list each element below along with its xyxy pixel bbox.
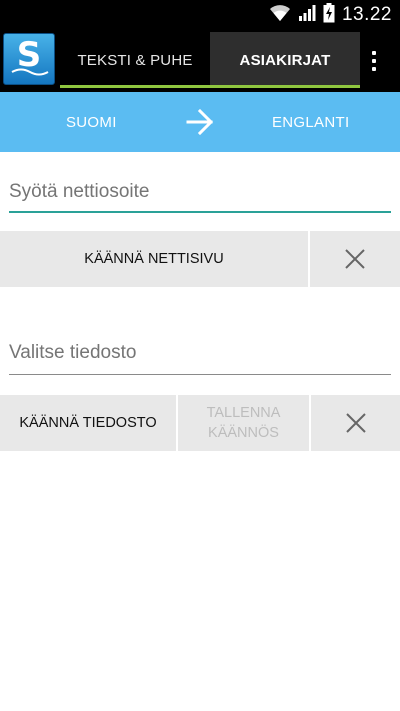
- translate-page-label: KÄÄNNÄ NETTISIVU: [84, 251, 224, 267]
- signal-icon: [298, 4, 316, 27]
- clear-file-button[interactable]: [311, 395, 400, 451]
- wave-icon: [11, 68, 49, 76]
- save-translation-button[interactable]: TALLENNA KÄÄNNÖS: [178, 395, 309, 451]
- status-bar: 13.22: [0, 0, 400, 30]
- url-button-row: KÄÄNNÄ NETTISIVU: [0, 231, 400, 287]
- battery-charging-icon: [323, 2, 335, 28]
- target-language-button[interactable]: ENGLANTI: [272, 92, 349, 152]
- action-bar: S TEKSTI & PUHE ASIAKIRJAT: [0, 30, 400, 92]
- file-input-underline: [9, 374, 391, 375]
- language-bar: SUOMI ENGLANTI: [0, 92, 400, 152]
- target-language-label: ENGLANTI: [272, 113, 350, 131]
- file-button-row: KÄÄNNÄ TIEDOSTO TALLENNA KÄÄNNÖS: [0, 395, 400, 451]
- wifi-icon: [269, 4, 291, 27]
- tabs-indicator: [60, 85, 360, 88]
- tab-teksti-puhe[interactable]: TEKSTI & PUHE: [60, 32, 210, 88]
- source-language-button[interactable]: SUOMI: [66, 92, 117, 152]
- status-icons: 13.22: [269, 2, 392, 28]
- close-icon: [345, 249, 365, 269]
- close-icon: [345, 413, 366, 433]
- tab-asiakirjat[interactable]: ASIAKIRJAT: [210, 32, 360, 88]
- source-language-label: SUOMI: [66, 113, 117, 131]
- translate-file-button[interactable]: KÄÄNNÄ TIEDOSTO: [0, 395, 176, 451]
- url-input-underline: [9, 211, 391, 213]
- arrow-right-icon[interactable]: [185, 108, 215, 141]
- status-time: 13.22: [341, 4, 392, 25]
- file-field: [9, 338, 391, 375]
- save-translation-label: TALLENNA KÄÄNNÖS: [206, 405, 281, 441]
- app-logo[interactable]: S: [3, 33, 55, 85]
- translate-file-label: KÄÄNNÄ TIEDOSTO: [19, 415, 157, 431]
- tab-label: ASIAKIRJAT: [239, 51, 331, 69]
- url-field: [9, 177, 391, 213]
- translate-page-button[interactable]: KÄÄNNÄ NETTISIVU: [0, 231, 308, 287]
- more-vert-icon[interactable]: [362, 46, 386, 76]
- clear-url-button[interactable]: [310, 231, 400, 287]
- url-input[interactable]: [9, 177, 391, 207]
- tab-label: TEKSTI & PUHE: [77, 51, 193, 69]
- file-input[interactable]: [9, 338, 391, 368]
